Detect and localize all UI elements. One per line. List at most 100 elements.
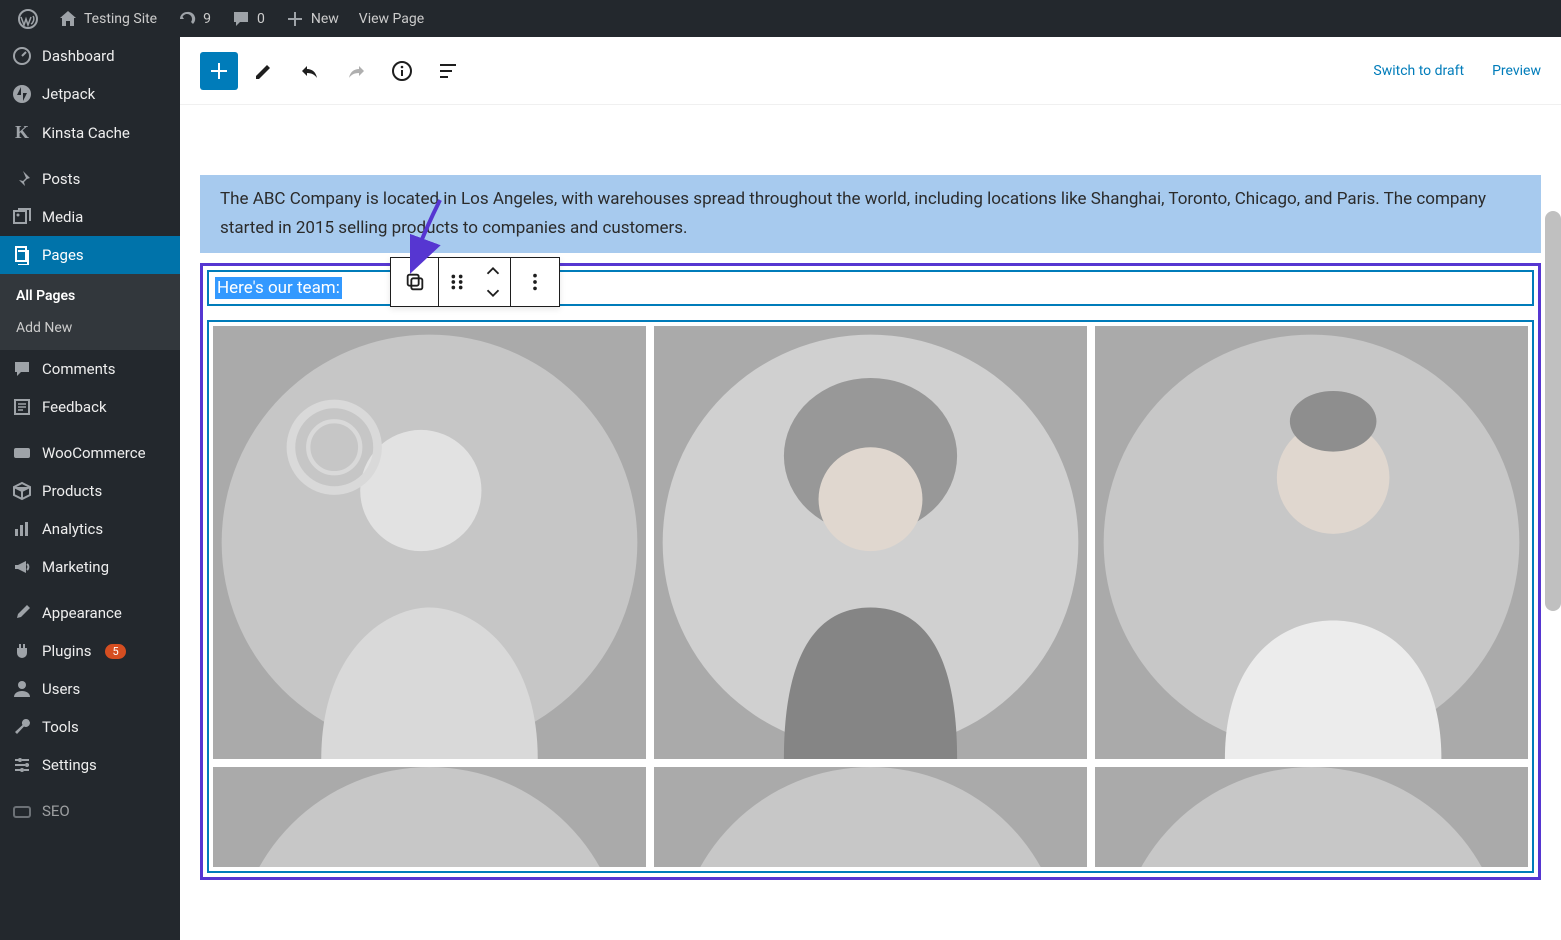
submenu-add-new[interactable]: Add New [0, 312, 180, 344]
details-button[interactable] [382, 51, 422, 91]
redo-icon [344, 59, 368, 83]
site-name-link[interactable]: Testing Site [50, 0, 165, 37]
plugin-icon [12, 641, 32, 661]
sliders-icon [12, 755, 32, 775]
sidebar-item-kinsta[interactable]: K Kinsta Cache [0, 113, 180, 152]
sidebar-item-label: Posts [42, 170, 80, 188]
gallery-image-5[interactable] [654, 767, 1087, 867]
sidebar-item-plugins[interactable]: Plugins 5 [0, 632, 180, 670]
sidebar-item-media[interactable]: Media [0, 198, 180, 236]
sidebar-item-settings[interactable]: Settings [0, 746, 180, 784]
kebab-icon [524, 271, 546, 293]
sidebar-item-label: Users [42, 680, 80, 698]
pin-icon [12, 169, 32, 189]
info-icon [390, 59, 414, 83]
sidebar-item-posts[interactable]: Posts [0, 160, 180, 198]
annotation-arrow-icon [410, 195, 460, 275]
products-icon [12, 481, 32, 501]
comment-icon [12, 359, 32, 379]
gallery-image-4[interactable] [213, 767, 646, 867]
view-page-link[interactable]: View Page [351, 0, 432, 37]
sidebar-item-label: Comments [42, 360, 116, 378]
gallery-block[interactable] [207, 320, 1534, 873]
sidebar-item-label: Jetpack [42, 85, 95, 103]
jetpack-icon [12, 84, 32, 104]
sidebar-item-products[interactable]: Products [0, 472, 180, 510]
gallery-image-6[interactable] [1095, 767, 1528, 867]
person-image-icon [654, 767, 1087, 867]
selected-group[interactable]: Here's our team: [200, 263, 1541, 880]
admin-bar: Testing Site 9 0 New View Page [0, 0, 1561, 37]
person-image-icon [1095, 767, 1528, 867]
move-updown[interactable] [475, 258, 511, 306]
add-block-button[interactable] [200, 52, 238, 90]
undo-icon [298, 59, 322, 83]
undo-button[interactable] [290, 51, 330, 91]
person-image-icon [213, 767, 646, 867]
plus-icon [207, 59, 231, 83]
sidebar-item-label: Appearance [42, 604, 122, 622]
sidebar-item-users[interactable]: Users [0, 670, 180, 708]
admin-sidebar: Dashboard Jetpack K Kinsta Cache Posts M… [0, 37, 180, 940]
sidebar-item-label: SEO [42, 802, 70, 820]
comment-icon [231, 9, 251, 29]
plugins-badge: 5 [105, 644, 125, 659]
feedback-icon [12, 397, 32, 417]
redo-button[interactable] [336, 51, 376, 91]
user-icon [12, 679, 32, 699]
sidebar-item-seo[interactable]: SEO [0, 792, 180, 830]
sidebar-item-label: Products [42, 482, 102, 500]
gallery-image-2[interactable] [654, 326, 1087, 759]
outline-button[interactable] [428, 51, 468, 91]
block-options-button[interactable] [511, 258, 559, 306]
sidebar-item-label: Kinsta Cache [42, 124, 130, 142]
preview-link[interactable]: Preview [1492, 63, 1541, 79]
sidebar-item-label: Feedback [42, 398, 107, 416]
sidebar-item-woocommerce[interactable]: WooCommerce [0, 434, 180, 472]
wrench-icon [12, 717, 32, 737]
new-link[interactable]: New [277, 0, 347, 37]
pages-submenu: All Pages Add New [0, 274, 180, 350]
media-icon [12, 207, 32, 227]
comments-count: 0 [257, 11, 265, 27]
updates-link[interactable]: 9 [169, 0, 219, 37]
pages-icon [12, 245, 32, 265]
comments-link[interactable]: 0 [223, 0, 273, 37]
dashboard-icon [12, 46, 32, 66]
person-image-icon [1095, 326, 1528, 759]
vertical-scrollbar[interactable] [1545, 211, 1561, 611]
brush-icon [12, 603, 32, 623]
sidebar-item-analytics[interactable]: Analytics [0, 510, 180, 548]
pencil-icon [252, 59, 276, 83]
sidebar-item-label: Settings [42, 756, 97, 774]
plus-icon [285, 9, 305, 29]
team-label-text: Here's our team: [215, 277, 342, 299]
sidebar-item-appearance[interactable]: Appearance [0, 594, 180, 632]
wp-logo[interactable] [10, 0, 46, 37]
chevron-up-icon [482, 260, 504, 282]
person-image-icon [213, 326, 646, 759]
sidebar-item-feedback[interactable]: Feedback [0, 388, 180, 426]
kinsta-icon: K [12, 122, 32, 143]
sidebar-item-label: Analytics [42, 520, 103, 538]
refresh-icon [177, 9, 197, 29]
sidebar-item-tools[interactable]: Tools [0, 708, 180, 746]
sidebar-item-comments[interactable]: Comments [0, 350, 180, 388]
view-page-label: View Page [359, 11, 424, 27]
wordpress-icon [18, 9, 38, 29]
sidebar-item-pages[interactable]: Pages [0, 236, 180, 274]
edit-mode-button[interactable] [244, 51, 284, 91]
site-name-label: Testing Site [84, 11, 157, 27]
switch-draft-link[interactable]: Switch to draft [1373, 63, 1464, 79]
submenu-all-pages[interactable]: All Pages [0, 280, 180, 312]
sidebar-item-dashboard[interactable]: Dashboard [0, 37, 180, 75]
paragraph-block[interactable]: The ABC Company is located in Los Angele… [200, 175, 1541, 253]
sidebar-item-label: Media [42, 208, 83, 226]
gallery-image-1[interactable] [213, 326, 646, 759]
chevron-down-icon [482, 282, 504, 304]
gallery-image-3[interactable] [1095, 326, 1528, 759]
sidebar-item-marketing[interactable]: Marketing [0, 548, 180, 586]
new-label: New [311, 11, 339, 27]
active-menu-arrow [180, 299, 190, 319]
sidebar-item-jetpack[interactable]: Jetpack [0, 75, 180, 113]
